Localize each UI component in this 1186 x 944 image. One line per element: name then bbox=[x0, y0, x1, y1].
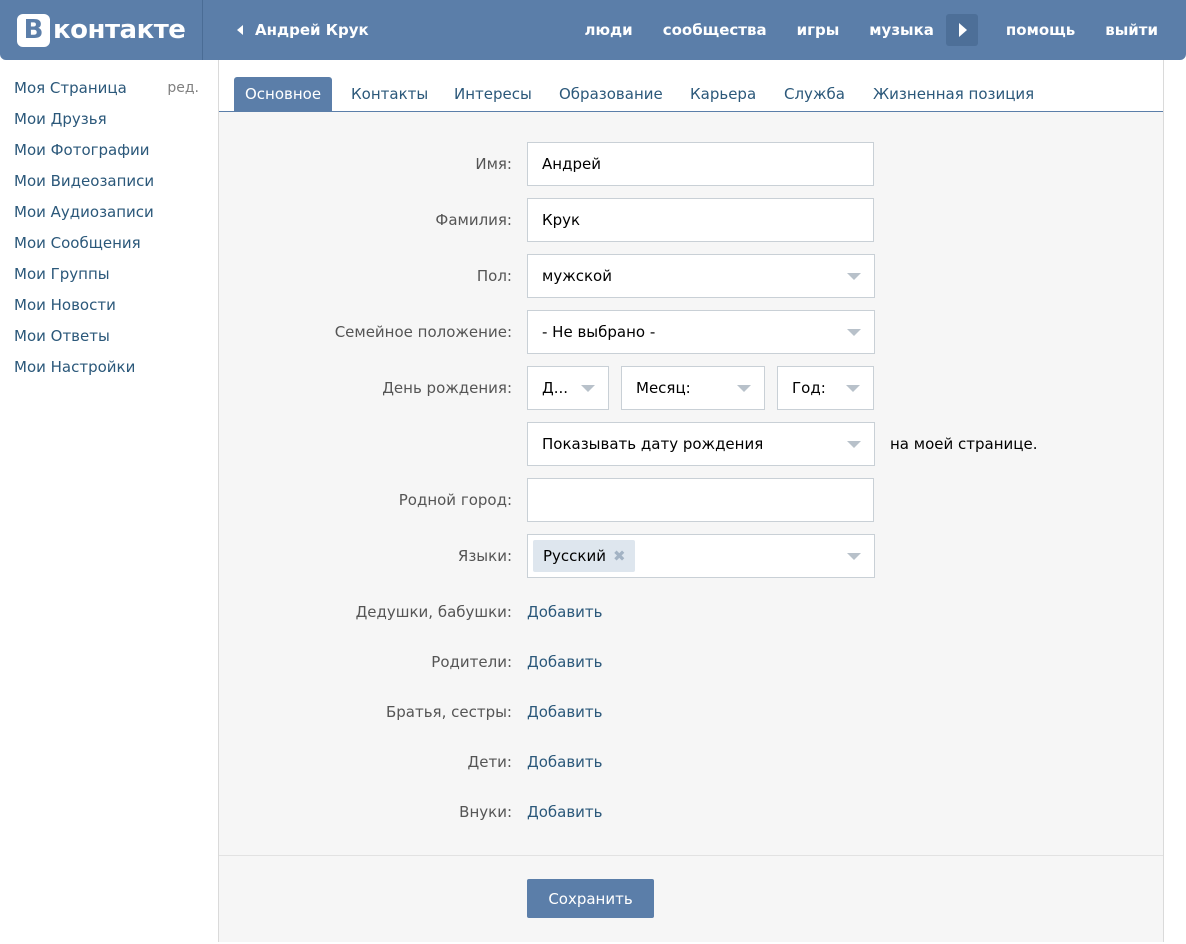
sidebar-item-photos: Мои Фотографии bbox=[14, 134, 204, 165]
gender-label: Пол: bbox=[476, 267, 512, 285]
sidebar-item-settings: Мои Настройки bbox=[14, 351, 204, 382]
birthday-month-select[interactable]: Месяц: bbox=[621, 366, 765, 410]
sidebar-item-my-page: Моя Страница ред. bbox=[14, 72, 204, 103]
top-nav: люди сообщества игры музыка помощь выйти bbox=[584, 14, 1158, 46]
grandchildren-label: Внуки: bbox=[459, 803, 512, 821]
vk-logo-text: контакте bbox=[53, 15, 186, 45]
chevron-down-icon bbox=[847, 553, 861, 560]
music-play-button[interactable] bbox=[945, 14, 978, 46]
remove-token-icon[interactable]: ✖ bbox=[613, 547, 626, 565]
chevron-down-icon bbox=[581, 385, 595, 392]
birthday-day-select[interactable]: Д... bbox=[527, 366, 609, 410]
add-grandchildren-link[interactable]: Добавить bbox=[527, 803, 603, 821]
back-arrow-icon bbox=[237, 25, 243, 35]
birthday-label: День рождения: bbox=[382, 379, 512, 397]
last-name-label: Фамилия: bbox=[435, 211, 512, 229]
add-grandparents-link[interactable]: Добавить bbox=[527, 603, 603, 621]
chevron-down-icon bbox=[847, 441, 861, 448]
edit-link[interactable]: ред. bbox=[167, 80, 199, 96]
first-name-input[interactable]: Андрей bbox=[527, 142, 874, 186]
chevron-down-icon bbox=[846, 385, 860, 392]
sidebar-link-my-page[interactable]: Моя Страница bbox=[14, 79, 127, 97]
nav-people[interactable]: люди bbox=[584, 21, 632, 39]
birthday-day-value: Д... bbox=[542, 379, 569, 397]
first-name-value: Андрей bbox=[542, 155, 601, 173]
sidebar-link-settings[interactable]: Мои Настройки bbox=[14, 358, 135, 376]
birthday-visibility-suffix: на моей странице. bbox=[890, 435, 1038, 453]
last-name-input[interactable]: Крук bbox=[527, 198, 874, 242]
birthday-visibility-select[interactable]: Показывать дату рождения bbox=[527, 422, 875, 466]
hometown-label: Родной город: bbox=[398, 491, 512, 509]
sidebar-item-audio: Мои Аудиозаписи bbox=[14, 196, 204, 227]
languages-select[interactable]: Русский ✖ bbox=[527, 534, 875, 578]
sidebar-link-photos[interactable]: Мои Фотографии bbox=[14, 141, 150, 159]
relationship-select[interactable]: - Не выбрано - bbox=[527, 310, 875, 354]
nav-communities[interactable]: сообщества bbox=[663, 21, 767, 39]
nav-logout[interactable]: выйти bbox=[1105, 21, 1158, 39]
tab-basic[interactable]: Основное bbox=[234, 77, 333, 111]
tab-service[interactable]: Служба bbox=[773, 77, 856, 111]
chevron-down-icon bbox=[847, 273, 861, 280]
relationship-value: - Не выбрано - bbox=[542, 323, 656, 341]
tab-life-position[interactable]: Жизненная позиция bbox=[862, 77, 1045, 111]
sidebar-item-videos: Мои Видеозаписи bbox=[14, 165, 204, 196]
gender-value: мужской bbox=[542, 267, 612, 285]
birthday-month-value: Месяц: bbox=[636, 379, 691, 397]
back-to-profile-link[interactable]: Андрей Крук bbox=[237, 19, 369, 41]
chevron-down-icon bbox=[847, 329, 861, 336]
hometown-input[interactable] bbox=[527, 478, 874, 522]
sidebar-link-groups[interactable]: Мои Группы bbox=[14, 265, 110, 283]
birthday-year-value: Год: bbox=[792, 379, 826, 397]
top-header: В контакте Андрей Крук люди сообщества и… bbox=[0, 0, 1186, 60]
sidebar-link-messages[interactable]: Мои Сообщения bbox=[14, 234, 141, 252]
birthday-year-select[interactable]: Год: bbox=[777, 366, 874, 410]
first-name-label: Имя: bbox=[475, 155, 512, 173]
sidebar-item-answers: Мои Ответы bbox=[14, 320, 204, 351]
sidebar-item-friends: Мои Друзья bbox=[14, 103, 204, 134]
header-divider bbox=[202, 0, 203, 60]
languages-label: Языки: bbox=[457, 547, 512, 565]
sidebar-item-messages: Мои Сообщения bbox=[14, 227, 204, 258]
sidebar-link-videos[interactable]: Мои Видеозаписи bbox=[14, 172, 154, 190]
nav-help[interactable]: помощь bbox=[1006, 21, 1075, 39]
birthday-visibility-value: Показывать дату рождения bbox=[542, 435, 764, 453]
sidebar-link-answers[interactable]: Мои Ответы bbox=[14, 327, 110, 345]
tab-education[interactable]: Образование bbox=[548, 77, 674, 111]
nav-music[interactable]: музыка bbox=[869, 21, 934, 39]
profile-name: Андрей Крук bbox=[255, 21, 369, 39]
children-label: Дети: bbox=[467, 753, 513, 771]
vk-logo[interactable]: В контакте bbox=[17, 12, 186, 48]
gender-select[interactable]: мужской bbox=[527, 254, 875, 298]
sidebar-item-news: Мои Новости bbox=[14, 289, 204, 320]
grandparents-label: Дедушки, бабушки: bbox=[355, 603, 512, 621]
add-parents-link[interactable]: Добавить bbox=[527, 653, 603, 671]
parents-label: Родители: bbox=[431, 653, 512, 671]
basic-info-form: Имя: Андрей Фамилия: Крук Пол: мужской С… bbox=[219, 112, 1163, 855]
sidebar-link-friends[interactable]: Мои Друзья bbox=[14, 110, 107, 128]
chevron-down-icon bbox=[737, 385, 751, 392]
tab-bar: Основное Контакты Интересы Образование К… bbox=[219, 60, 1163, 112]
tab-contacts[interactable]: Контакты bbox=[340, 77, 439, 111]
tab-career[interactable]: Карьера bbox=[679, 77, 767, 111]
last-name-value: Крук bbox=[542, 211, 581, 229]
sidebar-item-groups: Мои Группы bbox=[14, 258, 204, 289]
nav-games[interactable]: игры bbox=[797, 21, 840, 39]
left-sidebar: Моя Страница ред. Мои Друзья Мои Фотогра… bbox=[14, 72, 204, 382]
play-icon bbox=[958, 23, 967, 37]
vk-logo-mark: В bbox=[17, 13, 50, 47]
language-token-label: Русский bbox=[543, 547, 606, 565]
sidebar-link-news[interactable]: Мои Новости bbox=[14, 296, 116, 314]
form-footer: Сохранить bbox=[219, 855, 1163, 942]
add-children-link[interactable]: Добавить bbox=[527, 753, 603, 771]
tab-interests[interactable]: Интересы bbox=[443, 77, 543, 111]
language-token: Русский ✖ bbox=[533, 540, 635, 572]
siblings-label: Братья, сестры: bbox=[385, 703, 512, 721]
add-siblings-link[interactable]: Добавить bbox=[527, 703, 603, 721]
edit-profile-panel: Основное Контакты Интересы Образование К… bbox=[218, 60, 1164, 942]
save-button[interactable]: Сохранить bbox=[527, 879, 654, 918]
sidebar-link-audio[interactable]: Мои Аудиозаписи bbox=[14, 203, 154, 221]
relationship-label: Семейное положение: bbox=[334, 323, 512, 341]
